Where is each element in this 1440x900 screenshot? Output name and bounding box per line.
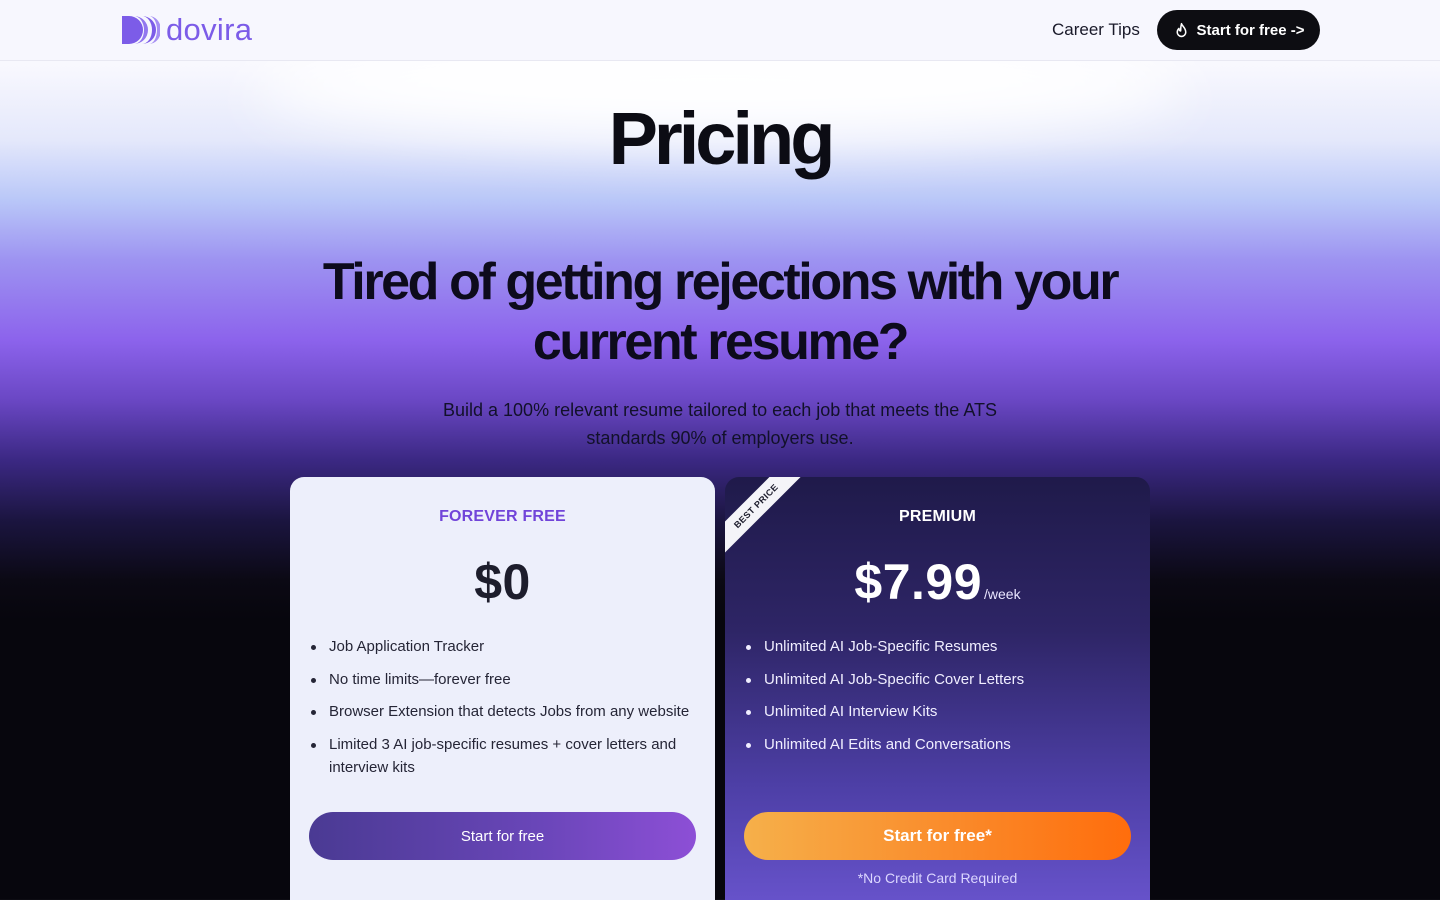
brand-logo[interactable]: dovira [120,14,252,46]
hero-headline: Tired of getting rejections with your cu… [322,253,1120,371]
dovira-logo-mark-icon [122,16,160,44]
price-row: $0 [290,552,715,612]
feature-list: Job Application Tracker No time limits—f… [309,635,699,788]
hero-subtitle: Build a 100% relevant resume tailored to… [443,400,997,448]
plan-price: $7.99 [854,554,983,610]
feature-item: No time limits—forever free [309,668,699,691]
feature-item: Unlimited AI Interview Kits [744,700,1134,723]
plan-price: $0 [474,554,531,610]
feature-item: Limited 3 AI job-specific resumes + cove… [309,733,699,779]
no-credit-card-note: *No Credit Card Required [857,870,1018,886]
nav-start-free-button[interactable]: Start for free -> [1157,10,1320,50]
nav-cta-label: Start for free -> [1196,21,1305,39]
nav-link-career-tips[interactable]: Career Tips [1052,19,1140,41]
page-title: Pricing [608,97,836,180]
top-nav: dovira Career Tips Start for free -> [0,0,1440,61]
feature-item: Unlimited AI Edits and Conversations [744,733,1134,756]
plan-card-premium: BEST PRICE PREMIUM $7.99 /week Unlimited… [725,477,1150,900]
flame-icon [1176,22,1187,37]
brand-name: dovira [166,12,253,47]
feature-item: Job Application Tracker [309,635,699,658]
plan-name: FOREVER FREE [439,508,566,525]
price-row: $7.99 /week [725,552,1150,612]
start-free-button[interactable]: Start for free [309,812,696,860]
feature-list: Unlimited AI Job-Specific Resumes Unlimi… [744,635,1134,765]
start-premium-button[interactable]: Start for free* [744,812,1131,860]
feature-item: Browser Extension that detects Jobs from… [309,700,699,723]
plan-name: PREMIUM [899,508,976,525]
plan-card-free: FOREVER FREE $0 Job Application Tracker … [290,477,715,900]
feature-item: Unlimited AI Job-Specific Resumes [744,635,1134,658]
feature-item: Unlimited AI Job-Specific Cover Letters [744,668,1134,691]
price-period: /week [984,586,1021,602]
